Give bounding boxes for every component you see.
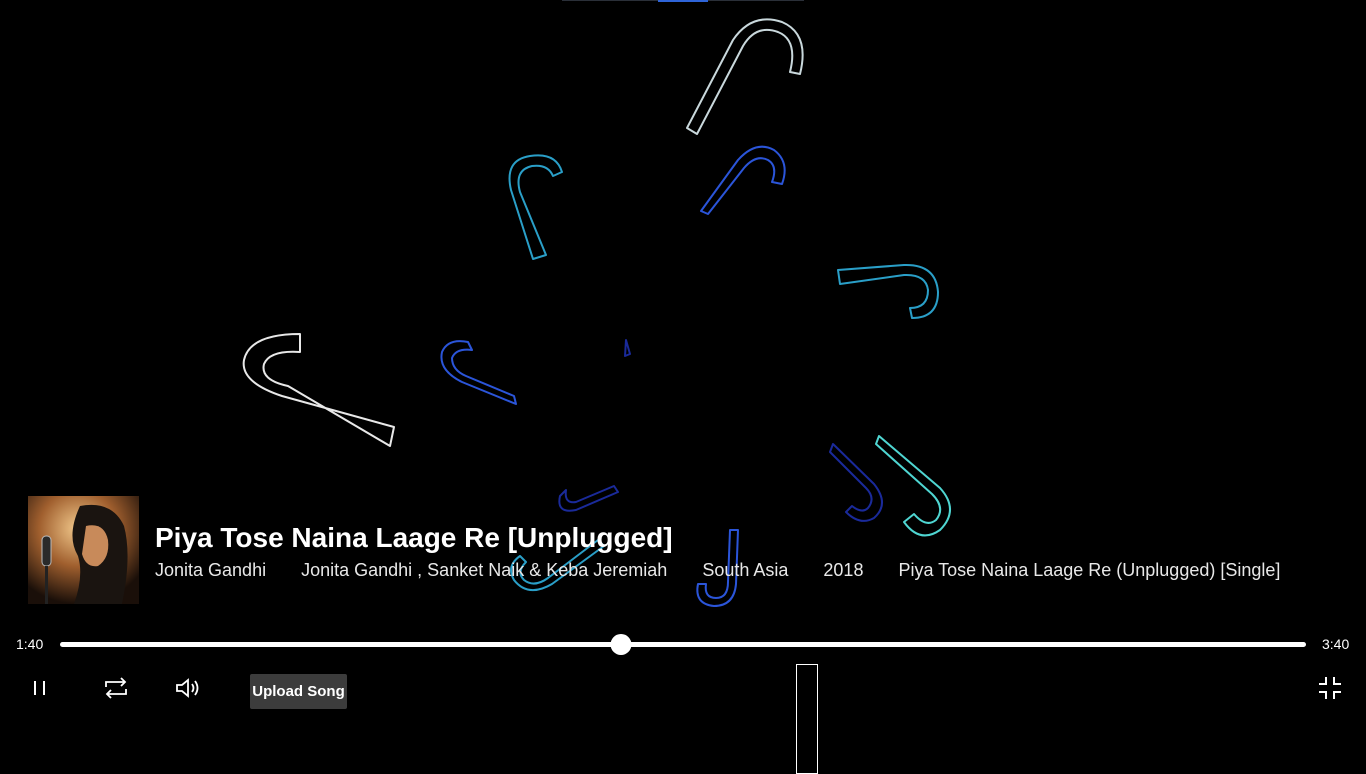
repeat-icon [105,677,127,699]
pause-icon [34,681,45,695]
album-name: Piya Tose Naina Laage Re (Unplugged) [Si… [898,560,1281,580]
visualizer-shape [837,263,939,319]
song-meta-row: Jonita Gandhi Jonita Gandhi , Sanket Nai… [155,560,1310,581]
visualizer-shape [508,154,563,260]
seek-thumb[interactable] [610,634,632,655]
exit-fullscreen-icon [1319,677,1341,699]
region: South Asia [702,560,789,580]
visualizer-shape [624,339,631,357]
pause-button[interactable] [28,674,52,702]
album-art [28,496,139,604]
exit-fullscreen-button[interactable] [1316,674,1344,702]
visualizer-shape [700,145,786,215]
visualizer-shape [875,435,951,537]
total-time: 3:40 [1322,636,1350,652]
release-year: 2018 [823,560,864,580]
top-divider-accent [658,0,708,2]
elapsed-time: 1:40 [16,636,44,652]
visualizer-shape [686,18,804,135]
visualizer-shape [242,333,395,447]
visualizer-shape [829,443,883,522]
upload-song-button[interactable]: Upload Song [250,674,347,709]
visualizer-shape [558,485,619,512]
visualizer-shape [440,340,517,405]
repeat-button[interactable] [100,674,132,702]
volume-button[interactable] [172,674,204,702]
seek-bar[interactable] [60,634,1306,655]
artist-name: Jonita Gandhi [155,560,267,580]
visualizer-bar [796,664,818,774]
credits: Jonita Gandhi , Sanket Naik & Keba Jerem… [301,560,668,580]
volume-icon [176,678,199,698]
music-visualizer [242,18,951,607]
song-title: Piya Tose Naina Laage Re [Unplugged] [155,522,673,553]
